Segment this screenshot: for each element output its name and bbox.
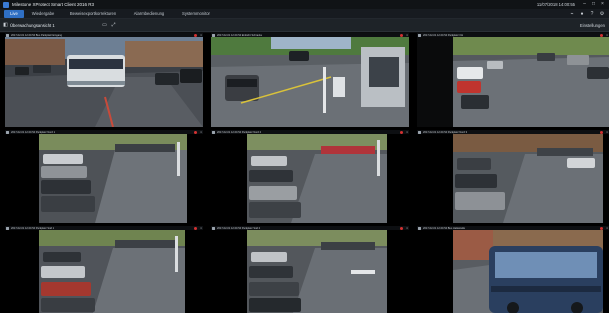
settings-icon[interactable]: ⚙ <box>599 11 605 17</box>
tab-bar: Live Wiedergabe Beweisexportkorrekturen … <box>0 9 609 19</box>
fullscreen-icon[interactable]: ⤢ <box>110 22 117 29</box>
tab-playback[interactable]: Wiedergabe <box>28 10 58 18</box>
camera-grid: 2017-02-01 12.00.54 Bus Parkplatz Eingan… <box>0 33 609 313</box>
camera-feed[interactable] <box>211 230 409 313</box>
camera-tile[interactable]: 2017-02-01 12.00.54 Parkplatz Nord 2 × <box>211 130 409 223</box>
toolbar-icons: ⌁ ● ? ⚙ <box>569 10 605 18</box>
tab-alarm-manager[interactable]: Alarmbedienung <box>128 10 170 18</box>
clock: 11/07/2018 14:00:55 <box>536 2 575 7</box>
camera-feed[interactable] <box>417 37 609 127</box>
camera-tile[interactable]: 2017-02-01 12.00.54 Parkplatz Süd 2 × <box>211 226 409 313</box>
camera-feed[interactable] <box>5 134 203 223</box>
tab-system-monitor[interactable]: Systemmonitor <box>176 10 216 18</box>
camera-feed[interactable] <box>211 134 409 223</box>
camera-tile[interactable]: 2017-02-01 12.00.54 Parkplatz Nord 1 × <box>5 130 203 223</box>
camera-tile[interactable]: 2017-02-01 12.00.54 Bus Haltestelle × <box>417 226 609 313</box>
maximize-icon[interactable]: □ <box>590 1 597 8</box>
minimize-icon[interactable]: – <box>581 1 588 8</box>
app-title: Milestone XProtect Smart Client 2016 R3 <box>12 2 95 7</box>
camera-feed[interactable] <box>211 37 409 127</box>
camera-tile[interactable]: 2017-02-01 12.00.54 Parkplatz Ost × <box>417 33 609 127</box>
view-name[interactable]: Überwachungsansicht 1 <box>10 22 55 29</box>
camera-feed[interactable] <box>417 134 609 223</box>
collapse-panel-icon[interactable]: ◧ <box>2 22 9 29</box>
tab-live[interactable]: Live <box>4 10 24 18</box>
add-view-icon[interactable]: ▭ <box>101 22 108 29</box>
close-icon[interactable]: × <box>599 1 606 8</box>
settings-button[interactable]: Einstellungen <box>580 22 605 29</box>
camera-tile[interactable]: 2017-02-01 12.00.54 Parkplatz Süd 1 × <box>5 226 203 313</box>
camera-tile[interactable]: 2017-02-01 12.00.54 Einfahrt Schranke × <box>211 33 409 127</box>
camera-tile[interactable]: 2017-02-01 12.00.54 Bus Parkplatz Eingan… <box>5 33 203 127</box>
camera-tile[interactable]: 2017-02-01 12.00.54 Parkplatz Nord 3 × <box>417 130 609 223</box>
status-icon[interactable]: ⌁ <box>569 11 575 17</box>
camera-feed[interactable] <box>5 37 203 127</box>
camera-feed[interactable] <box>5 230 203 313</box>
user-icon[interactable]: ● <box>579 11 585 17</box>
app-logo-icon <box>3 1 9 8</box>
title-bar: Milestone XProtect Smart Client 2016 R3 … <box>0 0 609 9</box>
view-bar: ◧ Überwachungsansicht 1 ▭ ⤢ Einstellunge… <box>0 19 609 32</box>
tab-exports[interactable]: Beweisexportkorrekturen <box>64 10 122 18</box>
camera-feed[interactable] <box>417 230 609 313</box>
help-icon[interactable]: ? <box>589 11 595 17</box>
